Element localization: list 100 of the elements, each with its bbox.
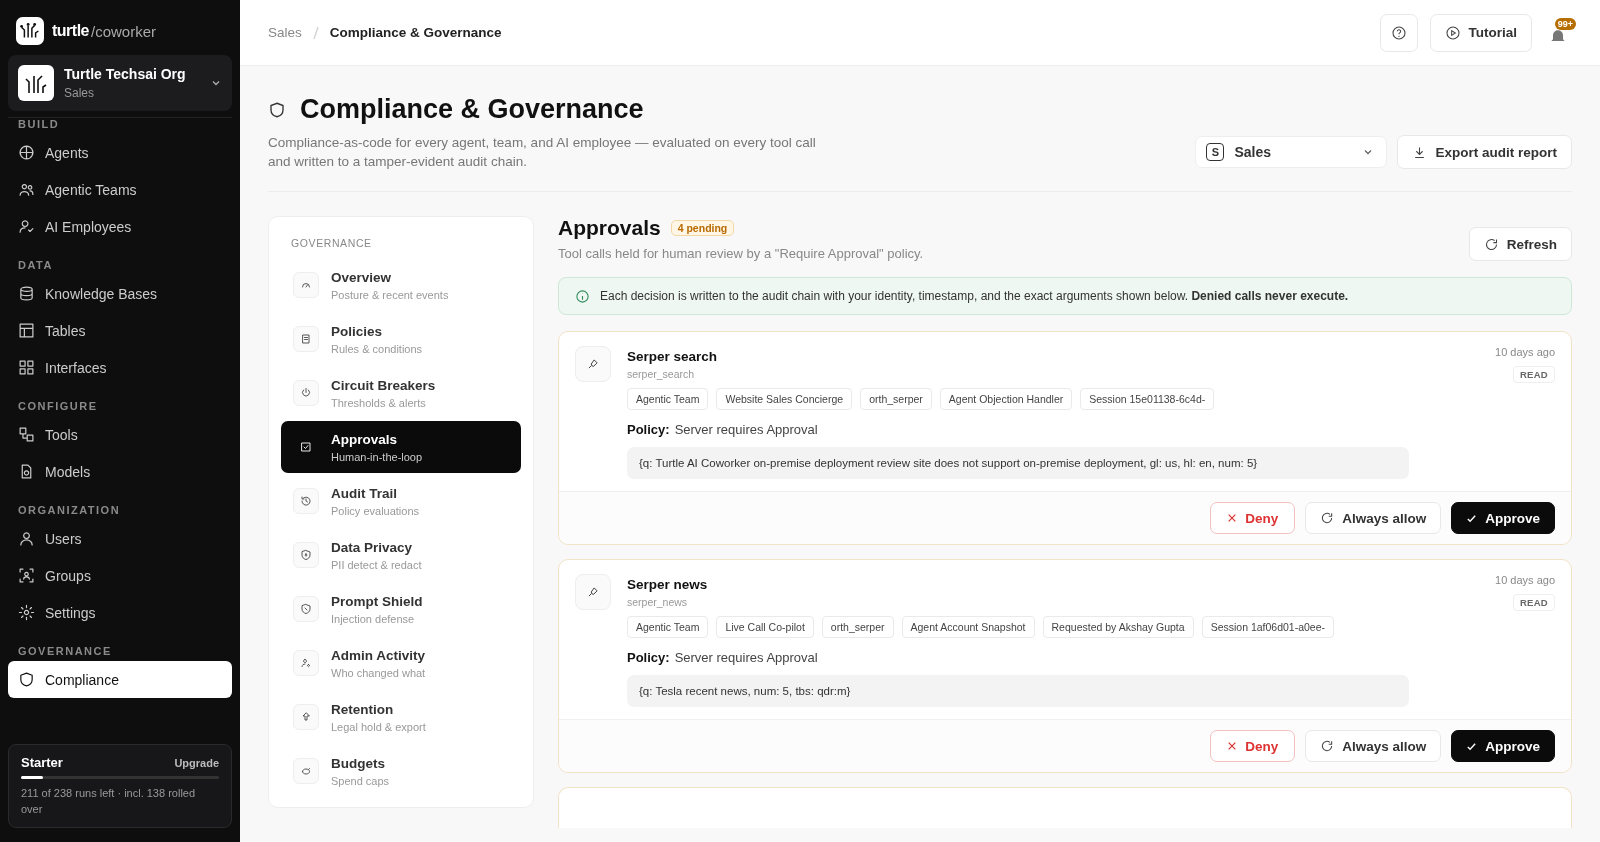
- close-icon: [1227, 513, 1238, 523]
- check-icon: [1466, 740, 1478, 752]
- piggy-bank-icon: [300, 765, 312, 777]
- context-tag: Session 1af06d01-a0ee-: [1201, 616, 1335, 638]
- pen-icon: [586, 357, 600, 371]
- org-logo-icon: [18, 65, 54, 101]
- tool-id: serper_search: [627, 368, 696, 380]
- context-tag: Session 15e01138-6c4d-: [1080, 388, 1215, 410]
- refresh-icon: [1483, 236, 1499, 252]
- breadcrumb-item: Compliance & Governance: [329, 25, 502, 40]
- sidebar-item[interactable]: Users: [8, 520, 232, 557]
- context-tag: orth_serper: [821, 616, 894, 638]
- page-title: Compliance & Governance: [300, 94, 644, 125]
- context-tag: Agent Objection Handler: [939, 388, 1073, 410]
- shield-icon: [268, 100, 286, 119]
- pen-icon: [586, 585, 600, 599]
- org-switcher[interactable]: Turtle Techsai Org Sales: [8, 55, 232, 111]
- always-allow-button[interactable]: Always allow: [1305, 502, 1442, 534]
- sidebar-item[interactable]: Agentic Teams: [8, 171, 232, 208]
- section-heading: BUILD: [17, 118, 61, 130]
- grid-icon: [18, 359, 35, 376]
- section-description: Tool calls held for human review by a "Require Approval" policy.: [558, 246, 924, 261]
- brand-suffix: /coworker: [91, 22, 157, 40]
- always-allow-button[interactable]: Always allow: [1305, 730, 1442, 762]
- nav-item-title: Policies: [331, 323, 384, 339]
- policy-value: Server requires Approval: [674, 650, 818, 665]
- nav-item-subtitle: Posture & recent events: [331, 288, 449, 301]
- tutorial-button[interactable]: Tutorial: [1429, 13, 1532, 52]
- upgrade-link[interactable]: Upgrade: [174, 756, 219, 769]
- governance-nav-item[interactable]: Prompt Shield Injection defense: [281, 583, 521, 635]
- access-badge: READ: [1512, 366, 1555, 383]
- policy-label: Policy:: [627, 650, 670, 665]
- sidebar-item[interactable]: Models: [8, 453, 232, 490]
- users-icon: [18, 181, 35, 198]
- info-icon: [575, 288, 590, 304]
- brand-name: turtle: [52, 22, 89, 40]
- policy-label: Policy:: [627, 422, 670, 437]
- sidebar-item[interactable]: Settings: [8, 594, 232, 631]
- notification-badge: 99+: [1554, 17, 1576, 30]
- context-tag: Agentic Team: [627, 388, 709, 410]
- context-tag: Website Sales Concierge: [716, 388, 853, 410]
- export-button[interactable]: Export audit report: [1397, 135, 1572, 169]
- deny-button[interactable]: Deny: [1210, 502, 1296, 534]
- breadcrumb-item[interactable]: Sales: [268, 25, 302, 40]
- policy-value: Server requires Approval: [674, 422, 818, 437]
- sidebar-item[interactable]: Tables: [8, 312, 232, 349]
- help-button[interactable]: [1379, 13, 1418, 52]
- section-heading: GOVERNANCE: [17, 645, 113, 657]
- governance-nav-item[interactable]: Retention Legal hold & export: [281, 691, 521, 743]
- context-tag: Requested by Akshay Gupta: [1042, 616, 1194, 638]
- nav-item-title: Audit Trail: [331, 485, 398, 501]
- governance-nav-item[interactable]: Data Privacy PII detect & redact: [281, 529, 521, 581]
- arguments-block: {q: Tesla recent news, num: 5, tbs: qdr:m}: [627, 675, 1410, 707]
- timestamp: 10 days ago: [1495, 346, 1555, 358]
- pending-badge: 4 pending: [670, 220, 735, 236]
- approve-button[interactable]: Approve: [1451, 502, 1555, 534]
- workspace-select[interactable]: S Sales: [1195, 136, 1388, 168]
- database-icon: [18, 285, 35, 302]
- nav-item-subtitle: Thresholds & alerts: [331, 396, 427, 409]
- plan-name: Starter: [21, 755, 63, 770]
- shield-icon: [18, 671, 35, 688]
- shield-icon: [300, 603, 312, 615]
- approve-button[interactable]: Approve: [1451, 730, 1555, 762]
- nav-item-title: Data Privacy: [331, 539, 414, 555]
- nav-item-subtitle: Human-in-the-loop: [331, 450, 423, 463]
- nav-item-title: Overview: [331, 269, 393, 285]
- governance-nav-item[interactable]: Budgets Spend caps: [281, 745, 521, 797]
- sidebar-item[interactable]: Interfaces: [8, 349, 232, 386]
- clipboard-icon: [300, 333, 312, 345]
- refresh-icon: [1320, 739, 1335, 753]
- sidebar-item[interactable]: Groups: [8, 557, 232, 594]
- section-heading: DATA: [17, 259, 54, 271]
- arguments-block: {q: Turtle AI Coworker on-premise deployment review site does not support on-premise deployment, gl: us, hl: en, num: 5}: [627, 447, 1410, 479]
- usage-note: 211 of 238 runs left · incl. 138 rolled over: [21, 786, 197, 817]
- section-heading: ORGANIZATION: [17, 504, 122, 516]
- shield-icon: [300, 549, 312, 561]
- arrow-up-icon: [300, 711, 312, 723]
- sidebar-item[interactable]: Compliance: [8, 661, 232, 698]
- deny-button[interactable]: Deny: [1210, 730, 1296, 762]
- governance-nav-item[interactable]: Circuit Breakers Thresholds & alerts: [281, 367, 521, 419]
- sidebar-item[interactable]: Tools: [8, 416, 232, 453]
- section-title: Approvals: [558, 216, 661, 240]
- governance-nav-item[interactable]: Overview Posture & recent events: [281, 259, 521, 311]
- governance-nav-item[interactable]: Approvals Human-in-the-loop: [281, 421, 521, 473]
- nav-item-subtitle: Spend caps: [331, 774, 390, 787]
- context-tag: Agentic Team: [627, 616, 709, 638]
- governance-nav-item[interactable]: Admin Activity Who changed what: [281, 637, 521, 689]
- play-icon: [1444, 24, 1461, 41]
- governance-nav-item[interactable]: Policies Rules & conditions: [281, 313, 521, 365]
- user-icon: [18, 530, 35, 547]
- page-description: Compliance-as-code for every agent, team, and AI employee — evaluated on every tool call and written to a tamper-evident audit chain.: [268, 134, 817, 171]
- nav-item-title: Prompt Shield: [331, 593, 423, 609]
- table-icon: [18, 322, 35, 339]
- sidebar-item[interactable]: Knowledge Bases: [8, 275, 232, 312]
- sidebar-item[interactable]: Agents: [8, 134, 232, 171]
- history-icon: [300, 495, 312, 507]
- governance-nav-item[interactable]: Audit Trail Policy evaluations: [281, 475, 521, 527]
- refresh-button[interactable]: Refresh: [1468, 227, 1572, 261]
- timestamp: 10 days ago: [1495, 574, 1555, 586]
- sidebar-item[interactable]: AI Employees: [8, 208, 232, 245]
